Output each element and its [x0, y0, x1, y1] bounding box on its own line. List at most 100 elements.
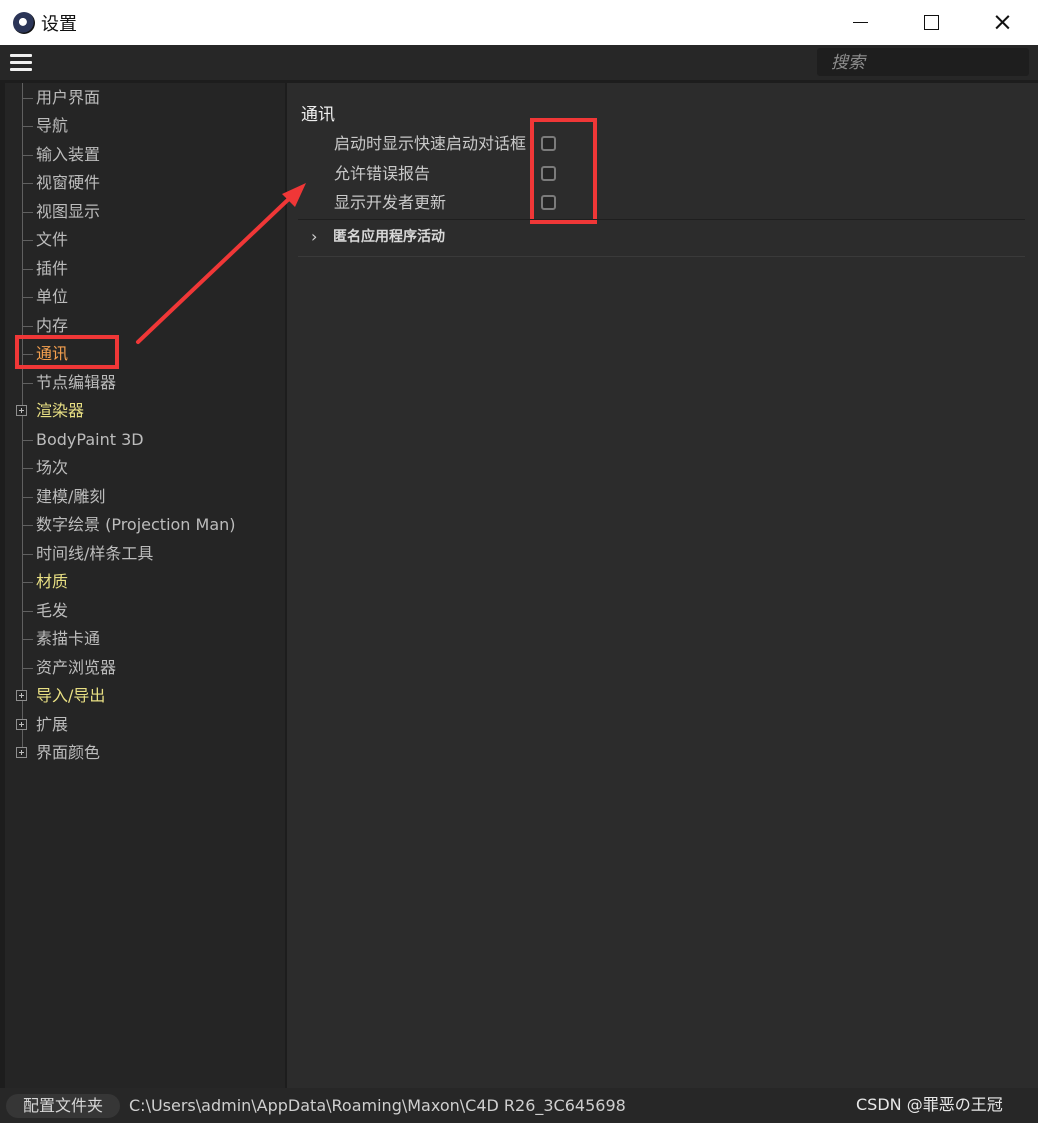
sidebar-item-label: 输入装置 — [36, 145, 101, 164]
sidebar-item-navigation[interactable]: 导航 — [5, 112, 285, 140]
sidebar-item-view-display[interactable]: 视图显示 — [5, 198, 285, 226]
settings-main-panel: 通讯 启动时显示快速启动对话框 允许错误报告 显示开发者更新 › 匿名应用程序活… — [287, 83, 1038, 1088]
close-icon: × — [992, 7, 1013, 36]
tree-branch — [22, 183, 33, 184]
sidebar-item-label: 素描卡通 — [36, 629, 101, 648]
sidebar-item-label: 材质 — [36, 572, 69, 591]
sidebar-item-label: 数字绘景 (Projection Man) — [36, 515, 236, 534]
tree-branch — [22, 554, 33, 555]
sidebar-item-modeling-sculpting[interactable]: 建模/雕刻 — [5, 483, 285, 511]
tree-branch — [22, 383, 33, 384]
tree-branch — [22, 525, 33, 526]
sidebar-item-extensions[interactable]: 扩展 — [5, 711, 285, 739]
sidebar-item-label: 插件 — [36, 259, 69, 278]
close-button[interactable]: × — [967, 0, 1037, 45]
minimize-icon — [853, 22, 868, 23]
menu-bar-line — [10, 68, 32, 71]
menu-bar-line — [10, 54, 32, 57]
tree-branch — [22, 297, 33, 298]
tree-branch — [22, 668, 33, 669]
sidebar-item-viewport-hardware[interactable]: 视窗硬件 — [5, 169, 285, 197]
sidebar-item-takes[interactable]: 场次 — [5, 454, 285, 482]
option-label: 启动时显示快速启动对话框 — [334, 134, 527, 153]
search-input[interactable] — [829, 48, 1023, 78]
tree-branch — [22, 98, 33, 99]
section-divider — [298, 219, 1025, 220]
sidebar-item-files[interactable]: 文件 — [5, 226, 285, 254]
sidebar-item-label: BodyPaint 3D — [36, 430, 144, 449]
section-divider — [298, 256, 1025, 257]
sidebar-item-label: 单位 — [36, 287, 69, 306]
selection-highlight-box — [15, 335, 119, 369]
sidebar-item-label: 毛发 — [36, 601, 69, 620]
minimize-button[interactable] — [825, 0, 895, 45]
sidebar-item-plugins[interactable]: 插件 — [5, 255, 285, 283]
expand-plus-icon[interactable] — [16, 747, 27, 758]
title-bar: 设置 × — [0, 0, 1038, 46]
sidebar-item-sketch-toon[interactable]: 素描卡通 — [5, 625, 285, 653]
csdn-watermark: CSDN @罪恶の王冠 — [856, 1095, 1003, 1114]
sidebar-item-hair[interactable]: 毛发 — [5, 597, 285, 625]
sidebar-item-label: 节点编辑器 — [36, 373, 117, 392]
option-label: 显示开发者更新 — [334, 193, 447, 212]
sidebar-item-label: 用户界面 — [36, 88, 101, 107]
option-label: 允许错误报告 — [334, 164, 431, 183]
sidebar-item-input-devices[interactable]: 输入装置 — [5, 141, 285, 169]
sidebar-item-label: 视图显示 — [36, 202, 101, 221]
sidebar-item-label: 渲染器 — [36, 401, 85, 420]
maximize-icon — [924, 15, 939, 30]
sidebar-item-units[interactable]: 单位 — [5, 283, 285, 311]
tree-branch — [22, 126, 33, 127]
checkbox-highlight-box — [530, 118, 597, 224]
sidebar-item-material[interactable]: 材质 — [5, 568, 285, 596]
tree-branch — [22, 582, 33, 583]
sidebar-item-user-interface[interactable]: 用户界面 — [5, 84, 285, 112]
sidebar-item-interface-colors[interactable]: 界面颜色 — [5, 739, 285, 767]
sidebar-item-label: 视窗硬件 — [36, 173, 101, 192]
sidebar-item-label: 扩展 — [36, 715, 69, 734]
expand-plus-icon[interactable] — [16, 719, 27, 730]
sidebar-item-label: 文件 — [36, 230, 69, 249]
sidebar-item-label: 界面颜色 — [36, 743, 101, 762]
tree-branch — [22, 269, 33, 270]
tree-branch — [22, 497, 33, 498]
anonymous-activity-group-toggle[interactable]: › 匿名应用程序活动 — [311, 226, 711, 250]
settings-sidebar: 用户界面 导航 输入装置 视窗硬件 视图显示 文件 插件 单位 内存 通讯 节点… — [5, 83, 285, 1088]
sidebar-item-node-editor[interactable]: 节点编辑器 — [5, 369, 285, 397]
cinema4d-app-icon — [13, 12, 35, 34]
collapsible-label: 匿名应用程序活动 — [333, 229, 445, 245]
sidebar-item-timeline-spline-tools[interactable]: 时间线/样条工具 — [5, 540, 285, 568]
window-title: 设置 — [41, 14, 77, 35]
section-title: 通讯 — [301, 105, 335, 125]
tree-branch — [22, 468, 33, 469]
tree-branch — [22, 440, 33, 441]
sidebar-item-label: 资产浏览器 — [36, 658, 117, 677]
sidebar-item-label: 导入/导出 — [36, 686, 106, 705]
maximize-button[interactable] — [896, 0, 966, 45]
menu-bar-line — [10, 61, 32, 64]
sidebar-item-label: 导航 — [36, 116, 69, 135]
tree-branch — [22, 155, 33, 156]
tree-branch — [22, 212, 33, 213]
tree-branch — [22, 611, 33, 612]
hamburger-menu-icon[interactable] — [10, 54, 32, 72]
tree-branch — [22, 240, 33, 241]
sidebar-item-import-export[interactable]: 导入/导出 — [5, 682, 285, 710]
sidebar-item-bodypaint[interactable]: BodyPaint 3D — [5, 426, 285, 454]
status-bar: 配置文件夹 C:\Users\admin\AppData\Roaming\Max… — [0, 1088, 1038, 1123]
sidebar-item-label: 场次 — [36, 458, 69, 477]
tree-branch — [22, 326, 33, 327]
preferences-folder-button[interactable]: 配置文件夹 — [6, 1094, 120, 1118]
chevron-right-icon: › — [311, 227, 318, 246]
expand-plus-icon[interactable] — [16, 690, 27, 701]
sidebar-item-projection-man[interactable]: 数字绘景 (Projection Man) — [5, 511, 285, 539]
sidebar-item-asset-browser[interactable]: 资产浏览器 — [5, 654, 285, 682]
sidebar-item-renderer[interactable]: 渲染器 — [5, 397, 285, 425]
search-box[interactable] — [817, 48, 1029, 78]
toolbar — [0, 45, 1038, 80]
preferences-path: C:\Users\admin\AppData\Roaming\Maxon\C4D… — [129, 1096, 626, 1115]
expand-plus-icon[interactable] — [16, 405, 27, 416]
sidebar-item-label: 建模/雕刻 — [36, 487, 106, 506]
sidebar-item-label: 时间线/样条工具 — [36, 544, 154, 563]
tree-branch — [22, 639, 33, 640]
